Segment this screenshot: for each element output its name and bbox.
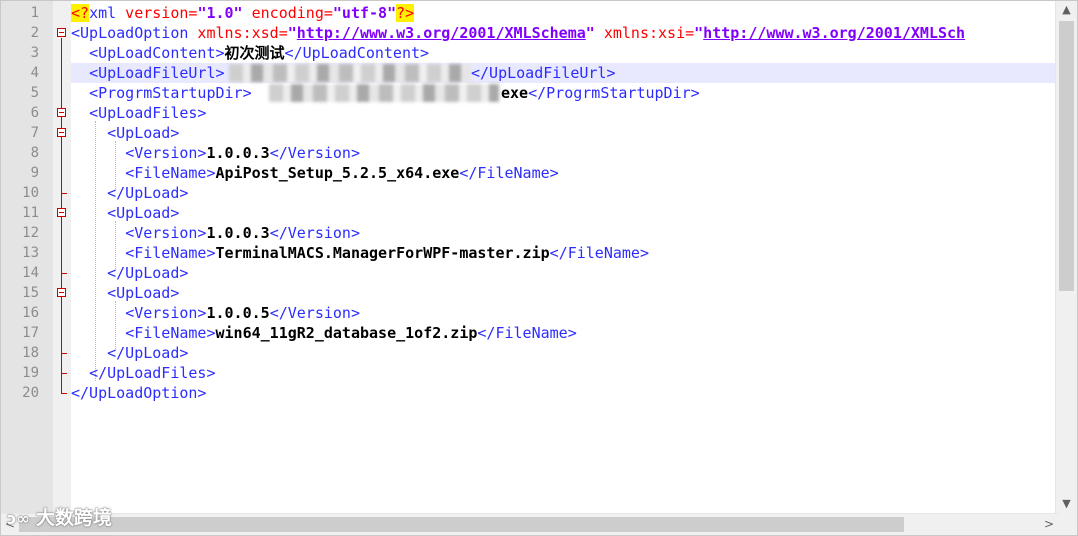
- code-line: <UpLoad>: [107, 204, 180, 222]
- line-number: 3: [30, 45, 39, 61]
- line-number: 8: [30, 145, 39, 161]
- line-number: 14: [22, 265, 39, 281]
- code-line: <Version>1.0.0.3</Version>: [125, 144, 360, 162]
- line-number: 5: [30, 85, 39, 101]
- xmlns-xsd-link[interactable]: http://www.w3.org/2001/XMLSchema: [297, 24, 586, 42]
- code-editor[interactable]: 1 2 3 4 5 6 7 8 9 10 11 12 13 14 15 16 1…: [0, 0, 1078, 536]
- line-number: 16: [22, 305, 39, 321]
- code-line: <UpLoad>: [107, 284, 180, 302]
- fold-toggle-icon[interactable]: [57, 208, 66, 217]
- redacted-blur: [229, 64, 471, 82]
- fold-margin: [53, 1, 71, 515]
- code-area[interactable]: <?xml version="1.0" encoding="utf-8"?> <…: [71, 1, 1057, 515]
- fold-end-marker: [61, 273, 67, 274]
- fold-end-marker: [61, 373, 67, 374]
- fold-end-marker: [61, 393, 67, 394]
- fold-toggle-icon[interactable]: [57, 108, 66, 117]
- code-line: </UpLoadOption>: [71, 384, 207, 402]
- code-line: <UpLoadFiles>: [89, 104, 207, 122]
- xmlns-xsi-link[interactable]: http://www.w3.org/2001/XMLSch: [703, 24, 965, 42]
- code-line: </UpLoad>: [107, 344, 189, 362]
- horizontal-scrollbar[interactable]: < >: [1, 513, 1058, 535]
- code-line: <FileName>TerminalMACS.ManagerForWPF-mas…: [125, 244, 649, 262]
- code-line: <Version>1.0.0.5</Version>: [125, 304, 360, 322]
- code-line: <UpLoadContent>初次测试</UpLoadContent>: [89, 44, 430, 62]
- code-line: <UpLoadOption xmlns:xsd="http://www.w3.o…: [71, 24, 966, 42]
- scroll-up-icon[interactable]: ▲: [1056, 1, 1077, 19]
- redacted-blur: [269, 84, 499, 102]
- line-number: 2: [30, 25, 39, 41]
- horizontal-scroll-thumb[interactable]: [19, 517, 904, 532]
- code-line: <FileName>ApiPost_Setup_5.2.5_x64.exe</F…: [125, 164, 559, 182]
- current-code-line: <UpLoadFileUrl> </UpLoadFileUrl>: [71, 63, 1057, 83]
- vertical-scrollbar[interactable]: ▲ ▼: [1055, 1, 1077, 515]
- fold-end-marker: [61, 193, 67, 194]
- line-number: 12: [22, 225, 39, 241]
- line-number-gutter: 1 2 3 4 5 6 7 8 9 10 11 12 13 14 15 16 1…: [1, 1, 53, 515]
- line-number: 15: [22, 285, 39, 301]
- line-number: 13: [22, 245, 39, 261]
- line-number: 19: [22, 365, 39, 381]
- line-number: 1: [30, 5, 39, 21]
- line-number: 6: [30, 105, 39, 121]
- fold-toggle-icon[interactable]: [57, 28, 66, 37]
- line-number: 7: [30, 125, 39, 141]
- scrollbar-corner: [1056, 514, 1077, 535]
- code-line: <FileName>win64_11gR2_database_1of2.zip<…: [125, 324, 577, 342]
- code-line: </UpLoad>: [107, 184, 189, 202]
- line-number: 17: [22, 325, 39, 341]
- line-number: 11: [22, 205, 39, 221]
- fold-toggle-icon[interactable]: [57, 128, 66, 137]
- line-number: 18: [22, 345, 39, 361]
- line-number: 10: [22, 185, 39, 201]
- watermark-text: 大数跨境: [35, 507, 112, 529]
- fold-toggle-icon[interactable]: [57, 288, 66, 297]
- code-line: <ProgrmStartupDir> exe</ProgrmStartupDir>: [89, 84, 700, 102]
- watermark: ↄ∞ 大数跨境: [7, 503, 112, 530]
- fold-end-marker: [61, 353, 67, 354]
- line-number: 9: [30, 165, 39, 181]
- code-line: </UpLoadFiles>: [89, 364, 216, 382]
- line-number: 20: [22, 385, 39, 401]
- code-line: </UpLoad>: [107, 264, 189, 282]
- scroll-down-icon[interactable]: ▼: [1056, 495, 1077, 513]
- line-number: 4: [30, 65, 39, 81]
- watermark-logo-icon: ↄ∞: [7, 509, 30, 528]
- code-line: <Version>1.0.0.3</Version>: [125, 224, 360, 242]
- vertical-scroll-thumb[interactable]: [1059, 21, 1074, 291]
- code-line: <UpLoad>: [107, 124, 180, 142]
- code-line: <?xml version="1.0" encoding="utf-8"?>: [71, 4, 415, 22]
